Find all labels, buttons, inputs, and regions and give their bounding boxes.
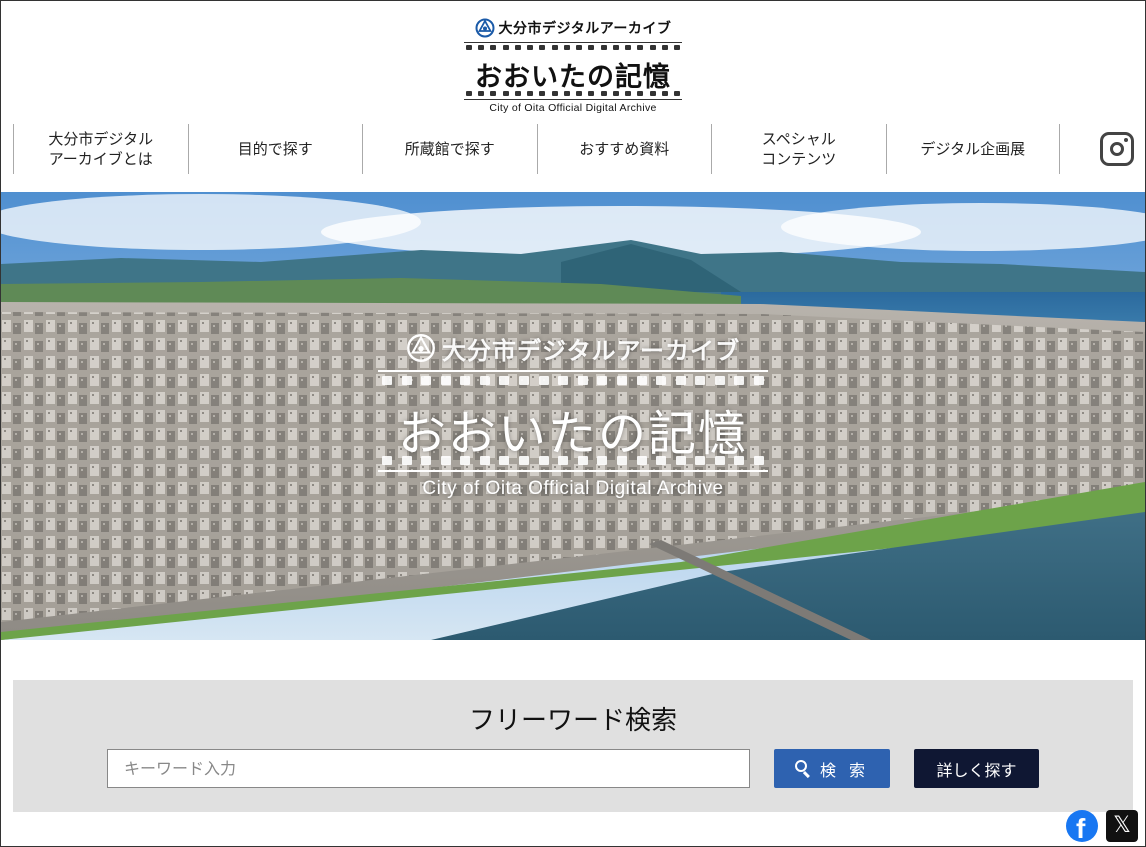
search-icon: [794, 760, 812, 777]
nav-item-by-purpose[interactable]: 目的で探す: [187, 124, 363, 174]
site-name: 大分市デジタルアーカイブ: [498, 21, 672, 37]
instagram-icon[interactable]: [1100, 132, 1134, 166]
hero-title: おおいたの記憶: [397, 406, 748, 462]
search-button[interactable]: 検 索: [774, 749, 890, 788]
facebook-icon[interactable]: f: [1066, 810, 1098, 842]
hero-film-strip-frame: おおいたの記憶: [378, 370, 768, 472]
x-icon[interactable]: 𝕏: [1106, 810, 1138, 842]
hero-logo-overlay: 大分市デジタルアーカイブ おおいたの記憶 City of Oita Offici…: [375, 330, 771, 506]
nav-item-digital-exhibition[interactable]: デジタル企画展: [885, 124, 1060, 174]
free-word-search-panel: フリーワード検索 検 索 詳しく探す: [13, 680, 1133, 812]
keyword-search-input[interactable]: [107, 749, 750, 788]
site-title: おおいたの記憶: [475, 62, 671, 93]
film-strip-frame: おおいたの記憶: [464, 42, 682, 100]
nav-item-special-contents[interactable]: スペシャル コンテンツ: [711, 124, 886, 174]
search-title: フリーワード検索: [468, 706, 677, 736]
city-emblem-icon: [475, 18, 495, 38]
search-button-label: 検 索: [819, 760, 870, 780]
city-emblem-icon: [407, 334, 435, 362]
advanced-search-button[interactable]: 詳しく探す: [914, 749, 1039, 788]
nav-item-recommended[interactable]: おすすめ資料: [536, 124, 712, 174]
site-subtitle-en: City of Oita Official Digital Archive: [489, 102, 657, 114]
main-nav: 大分市デジタル アーカイブとは 目的で探す 所蔵館で探す おすすめ資料 スペシャ…: [13, 124, 1060, 174]
hero-banner: 大分市デジタルアーカイブ おおいたの記憶 City of Oita Offici…: [1, 192, 1145, 640]
hero-site-name: 大分市デジタルアーカイブ: [441, 336, 741, 365]
hero-subtitle-en: City of Oita Official Digital Archive: [422, 478, 724, 499]
site-logo[interactable]: 大分市デジタルアーカイブ おおいたの記憶 City of Oita Offici…: [463, 16, 683, 116]
nav-item-about[interactable]: 大分市デジタル アーカイブとは: [13, 124, 188, 174]
nav-item-by-institution[interactable]: 所蔵館で探す: [362, 124, 537, 174]
